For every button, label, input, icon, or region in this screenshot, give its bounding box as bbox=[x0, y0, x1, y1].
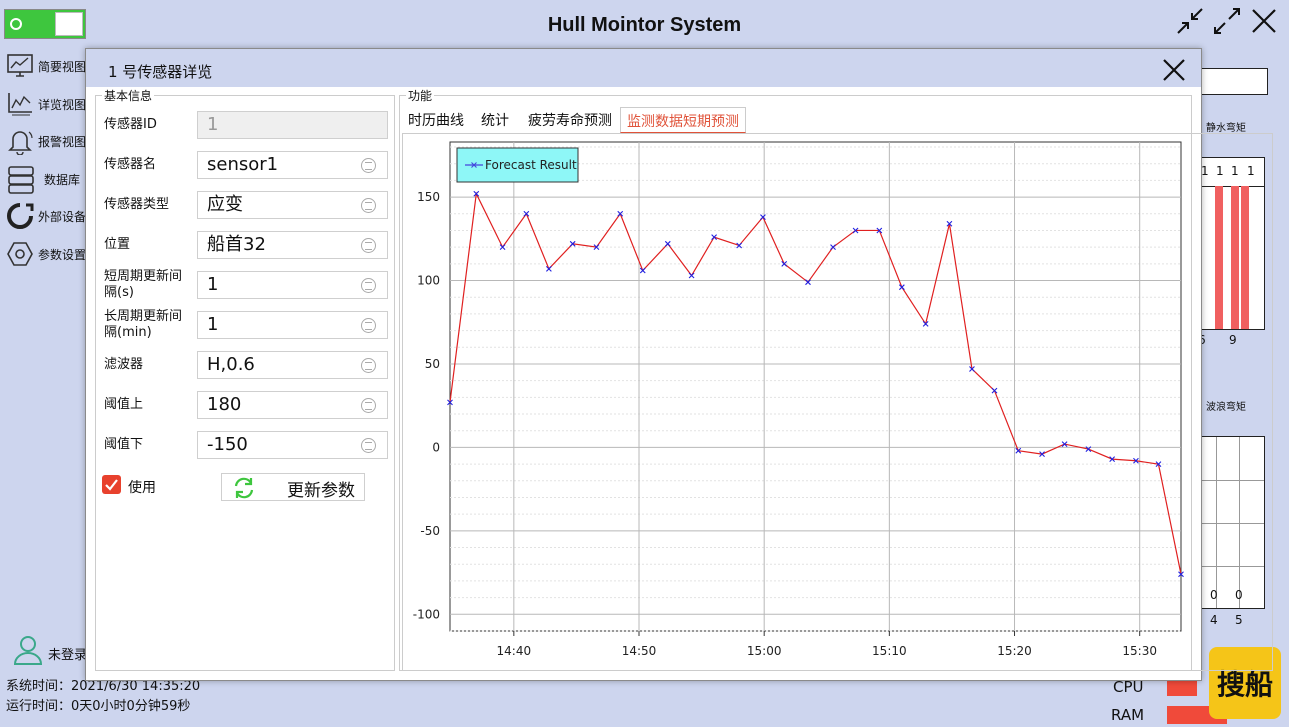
keyboard-icon[interactable] bbox=[361, 238, 376, 253]
field-label: 长周期更新间 隔(min) bbox=[104, 309, 183, 340]
field-label: 阈值上 bbox=[104, 397, 144, 412]
sensor-id-input: 1 bbox=[197, 111, 388, 139]
keyboard-icon[interactable] bbox=[361, 438, 376, 453]
sensor-type-input[interactable]: 应变 bbox=[197, 191, 388, 219]
sidebar-item-label: 参数设置 bbox=[38, 247, 87, 262]
sidebar-item-label: 外部设备 bbox=[38, 210, 87, 224]
run-time: 运行时间：0天0小时0分钟59秒 bbox=[6, 699, 191, 714]
keyboard-icon[interactable] bbox=[361, 318, 376, 333]
close-icon[interactable] bbox=[1159, 55, 1189, 85]
login-status: 未登录 bbox=[48, 648, 88, 663]
keyboard-icon[interactable] bbox=[361, 198, 376, 213]
x-tick-label: 15:10 bbox=[872, 644, 907, 658]
group-label: 功能 bbox=[406, 87, 435, 104]
sidebar-item-label: 详览视图 bbox=[38, 97, 87, 112]
field-label: 滤波器 bbox=[104, 357, 144, 372]
field-label: 位置 bbox=[104, 237, 131, 252]
sidebar-item-devices[interactable]: 外部设备 bbox=[4, 200, 88, 238]
y-tick-label: 50 bbox=[425, 357, 440, 371]
sidebar-item-settings[interactable]: 参数设置 bbox=[4, 238, 88, 276]
filter-input[interactable]: H,0.6 bbox=[197, 351, 388, 379]
y-tick-label: 0 bbox=[432, 440, 440, 454]
database-icon bbox=[8, 165, 34, 194]
keyboard-icon[interactable] bbox=[361, 278, 376, 293]
use-checkbox-label: 使用 bbox=[128, 480, 156, 496]
sidebar-item-label: 报警视图 bbox=[38, 135, 87, 149]
field-label: 传感器ID bbox=[104, 117, 157, 132]
keyboard-icon[interactable] bbox=[361, 358, 376, 373]
use-checkbox[interactable] bbox=[102, 475, 121, 494]
monitor-chart-icon bbox=[7, 54, 33, 77]
detail-chart-icon bbox=[8, 92, 32, 115]
ram-label: RAM bbox=[1111, 706, 1145, 724]
sidebar-item-alarm[interactable]: 报警视图 bbox=[4, 125, 88, 163]
sensor-name-input[interactable]: sensor1 bbox=[197, 151, 388, 179]
location-input[interactable]: 船首32 bbox=[197, 231, 388, 259]
short-interval-input[interactable]: 1 bbox=[197, 271, 388, 299]
y-tick-label: -50 bbox=[420, 524, 440, 538]
field-label: 阈值下 bbox=[104, 437, 144, 452]
maximize-icon[interactable] bbox=[1212, 6, 1242, 36]
update-params-button[interactable]: 更新参数 bbox=[221, 473, 365, 501]
field-label: 传感器名 bbox=[104, 157, 157, 172]
long-interval-input[interactable]: 1 bbox=[197, 311, 388, 339]
y-tick-label: 150 bbox=[417, 190, 440, 204]
x-tick-label: 15:20 bbox=[997, 644, 1032, 658]
dialog-title: 1 号传感器详览 bbox=[108, 63, 213, 81]
sidebar-item-label: 数据库 bbox=[44, 172, 81, 187]
group-label: 基本信息 bbox=[102, 87, 155, 104]
sensor-detail-dialog: 1 号传感器详览 基本信息 传感器ID 1 传感器名 sensor1 传感器类型… bbox=[85, 48, 1273, 681]
dialog-header: 1 号传感器详览 bbox=[86, 49, 1201, 87]
lower-threshold-input[interactable]: -150 bbox=[197, 431, 388, 459]
bell-icon bbox=[8, 131, 33, 155]
forecast-chart-panel: 150 100 50 0 -50 -100 14:40 14:50 15:00 15:10 15:2… bbox=[402, 133, 1273, 671]
app-close-icon[interactable] bbox=[1249, 6, 1279, 36]
device-icon bbox=[7, 203, 34, 229]
collapse-icon[interactable] bbox=[1175, 6, 1205, 36]
y-tick-label: -100 bbox=[413, 607, 440, 621]
tab-fatigue-life[interactable]: 疲劳寿命预测 bbox=[524, 107, 616, 133]
user-icon bbox=[13, 636, 43, 665]
check-icon bbox=[105, 479, 118, 491]
user-login[interactable]: 未登录 bbox=[12, 634, 87, 670]
plot-area bbox=[449, 141, 1182, 632]
sidebar-item-database[interactable]: 数据库 bbox=[4, 163, 88, 201]
keyboard-icon[interactable] bbox=[361, 398, 376, 413]
x-tick-label: 14:50 bbox=[622, 644, 657, 658]
keyboard-icon[interactable] bbox=[361, 158, 376, 173]
tab-short-term-forecast[interactable]: 监测数据短期预测 bbox=[620, 107, 746, 133]
x-tick-label: 14:40 bbox=[497, 644, 532, 658]
settings-icon bbox=[7, 241, 33, 266]
tab-time-history[interactable]: 时历曲线 bbox=[404, 107, 468, 133]
legend-label: Forecast Result bbox=[485, 158, 577, 172]
field-label: 短周期更新间 隔(s) bbox=[104, 269, 183, 300]
field-label: 传感器类型 bbox=[104, 197, 170, 212]
x-tick-label: 15:00 bbox=[747, 644, 782, 658]
sidebar-item-detail[interactable]: 详览视图 bbox=[4, 88, 88, 126]
basic-info-group: 基本信息 bbox=[95, 87, 395, 671]
y-tick-label: 100 bbox=[417, 274, 440, 288]
forecast-chart: 150 100 50 0 -50 -100 14:40 14:50 15:00 15:10 15:2… bbox=[413, 141, 1184, 658]
right-panel-label-1: 静水弯矩 bbox=[1206, 123, 1246, 134]
sidebar-item-label: 简要视图 bbox=[38, 60, 87, 74]
x-tick-label: 15:30 bbox=[1122, 644, 1157, 658]
app-title: Hull Mointor System bbox=[547, 14, 742, 36]
tab-statistics[interactable]: 统计 bbox=[476, 107, 514, 133]
sidebar-item-overview[interactable]: 简要视图 bbox=[4, 50, 88, 88]
refresh-icon bbox=[234, 477, 254, 499]
upper-threshold-input[interactable]: 180 bbox=[197, 391, 388, 419]
sidebar: 简要视图 详览视图 报警视图 数据库 外部设备 参数设置 bbox=[4, 50, 88, 275]
